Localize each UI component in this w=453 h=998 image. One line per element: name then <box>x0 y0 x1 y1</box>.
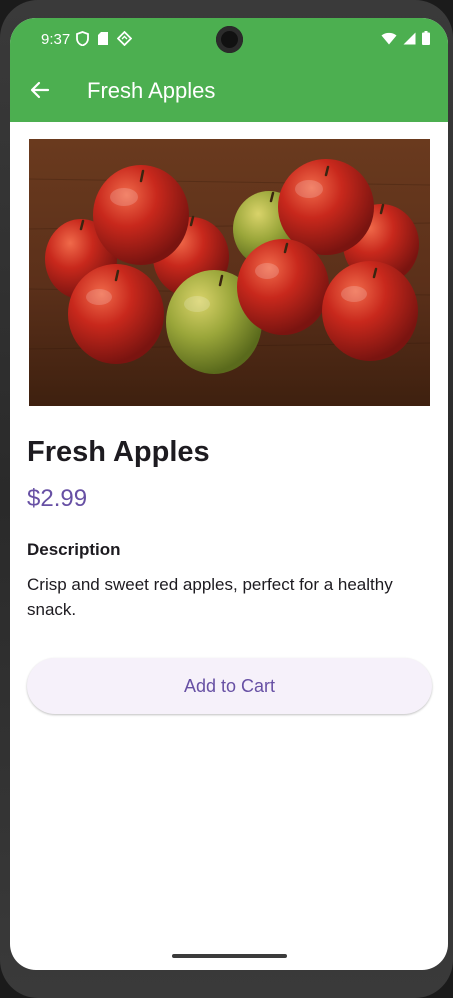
app-bar: Fresh Apples <box>10 62 448 122</box>
signal-icon <box>403 32 416 50</box>
battery-icon <box>422 31 430 50</box>
status-right-icons <box>381 31 430 50</box>
wifi-icon <box>381 32 397 50</box>
location-diamond-icon <box>116 30 133 51</box>
app-bar-title: Fresh Apples <box>87 78 216 103</box>
device-frame: 9:37 Fresh Apples Fresh Apples $2.99 Des… <box>0 0 453 998</box>
product-image <box>29 139 430 406</box>
description-text: Crisp and sweet red apples, perfect for … <box>27 575 393 619</box>
product-name: Fresh Apples <box>27 436 210 468</box>
product-price: $2.99 <box>27 485 88 512</box>
front-camera <box>216 26 243 53</box>
home-indicator[interactable] <box>172 954 287 958</box>
back-button[interactable] <box>24 76 56 108</box>
status-bar: 9:37 <box>10 18 448 62</box>
status-left-icons <box>76 30 133 51</box>
status-time: 9:37 <box>41 31 71 48</box>
add-to-cart-button[interactable]: Add to Cart <box>27 658 432 714</box>
sd-card-icon <box>97 31 109 51</box>
shield-icon <box>76 31 89 51</box>
description-heading: Description <box>27 540 121 559</box>
screen: 9:37 Fresh Apples Fresh Apples $2.99 Des… <box>10 18 448 970</box>
add-to-cart-label: Add to Cart <box>183 675 276 696</box>
arrow-back-icon <box>30 80 50 105</box>
